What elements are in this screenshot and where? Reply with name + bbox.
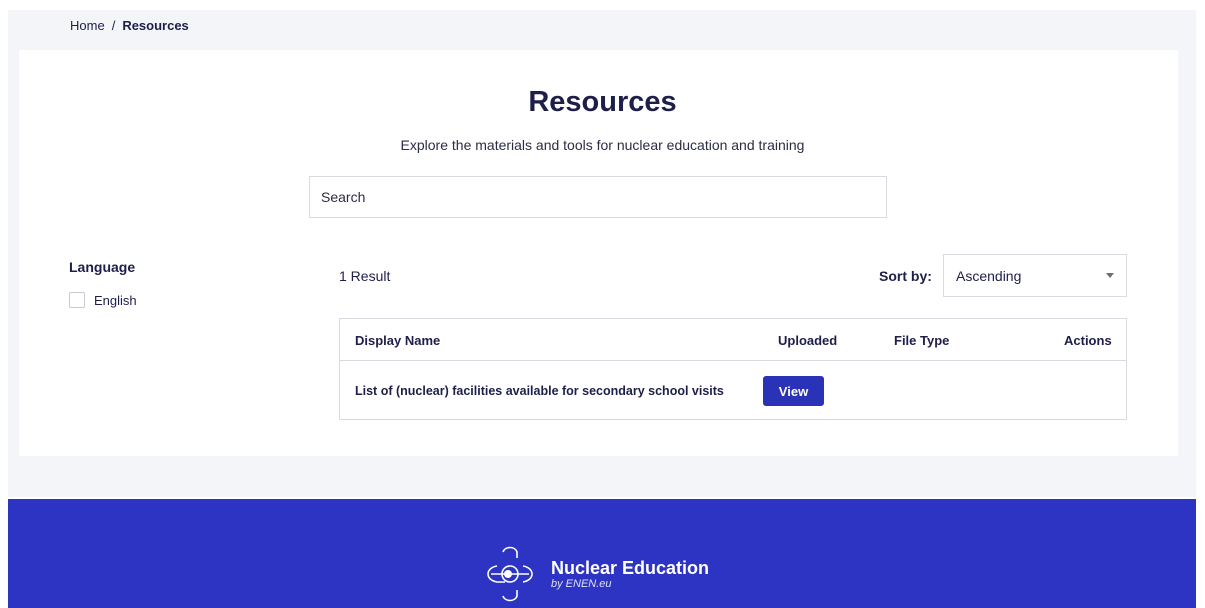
language-filter-title: Language (69, 259, 136, 275)
header-display-name[interactable]: Display Name (355, 333, 440, 348)
header-file-type[interactable]: File Type (894, 333, 949, 348)
page-subtitle: Explore the materials and tools for nucl… (400, 137, 805, 153)
footer-logo[interactable]: Nuclear Education by ENEN.eu (481, 544, 709, 604)
atom-logo-icon (487, 546, 533, 602)
breadcrumb-home-link[interactable]: Home (70, 18, 105, 33)
resources-table: Display Name Uploaded File Type Actions … (339, 318, 1127, 420)
table-header: Display Name Uploaded File Type Actions (340, 319, 1126, 361)
results-count: 1 Result (339, 268, 391, 284)
sort-selected-value: Ascending (956, 267, 1022, 284)
breadcrumb-separator: / (111, 18, 116, 33)
view-button[interactable]: View (763, 376, 824, 406)
language-option-english[interactable]: English (69, 292, 137, 308)
breadcrumb-current: Resources (122, 18, 189, 33)
sort-label: Sort by: (879, 268, 932, 284)
logo-tagline: by ENEN.eu (551, 578, 612, 590)
breadcrumb: Home / Resources (70, 18, 189, 33)
table-row: List of (nuclear) facilities available f… (340, 361, 1126, 419)
chevron-down-icon (1106, 273, 1114, 278)
row-display-name: List of (nuclear) facilities available f… (355, 384, 724, 398)
english-checkbox[interactable] (69, 292, 85, 308)
language-option-label: English (94, 292, 137, 308)
sort-select[interactable]: Ascending (943, 254, 1127, 297)
logo-name: Nuclear Education (551, 558, 710, 578)
header-uploaded[interactable]: Uploaded (778, 333, 837, 348)
page-title: Resources (528, 86, 677, 118)
search-input[interactable] (309, 176, 887, 218)
header-actions: Actions (1064, 333, 1112, 348)
